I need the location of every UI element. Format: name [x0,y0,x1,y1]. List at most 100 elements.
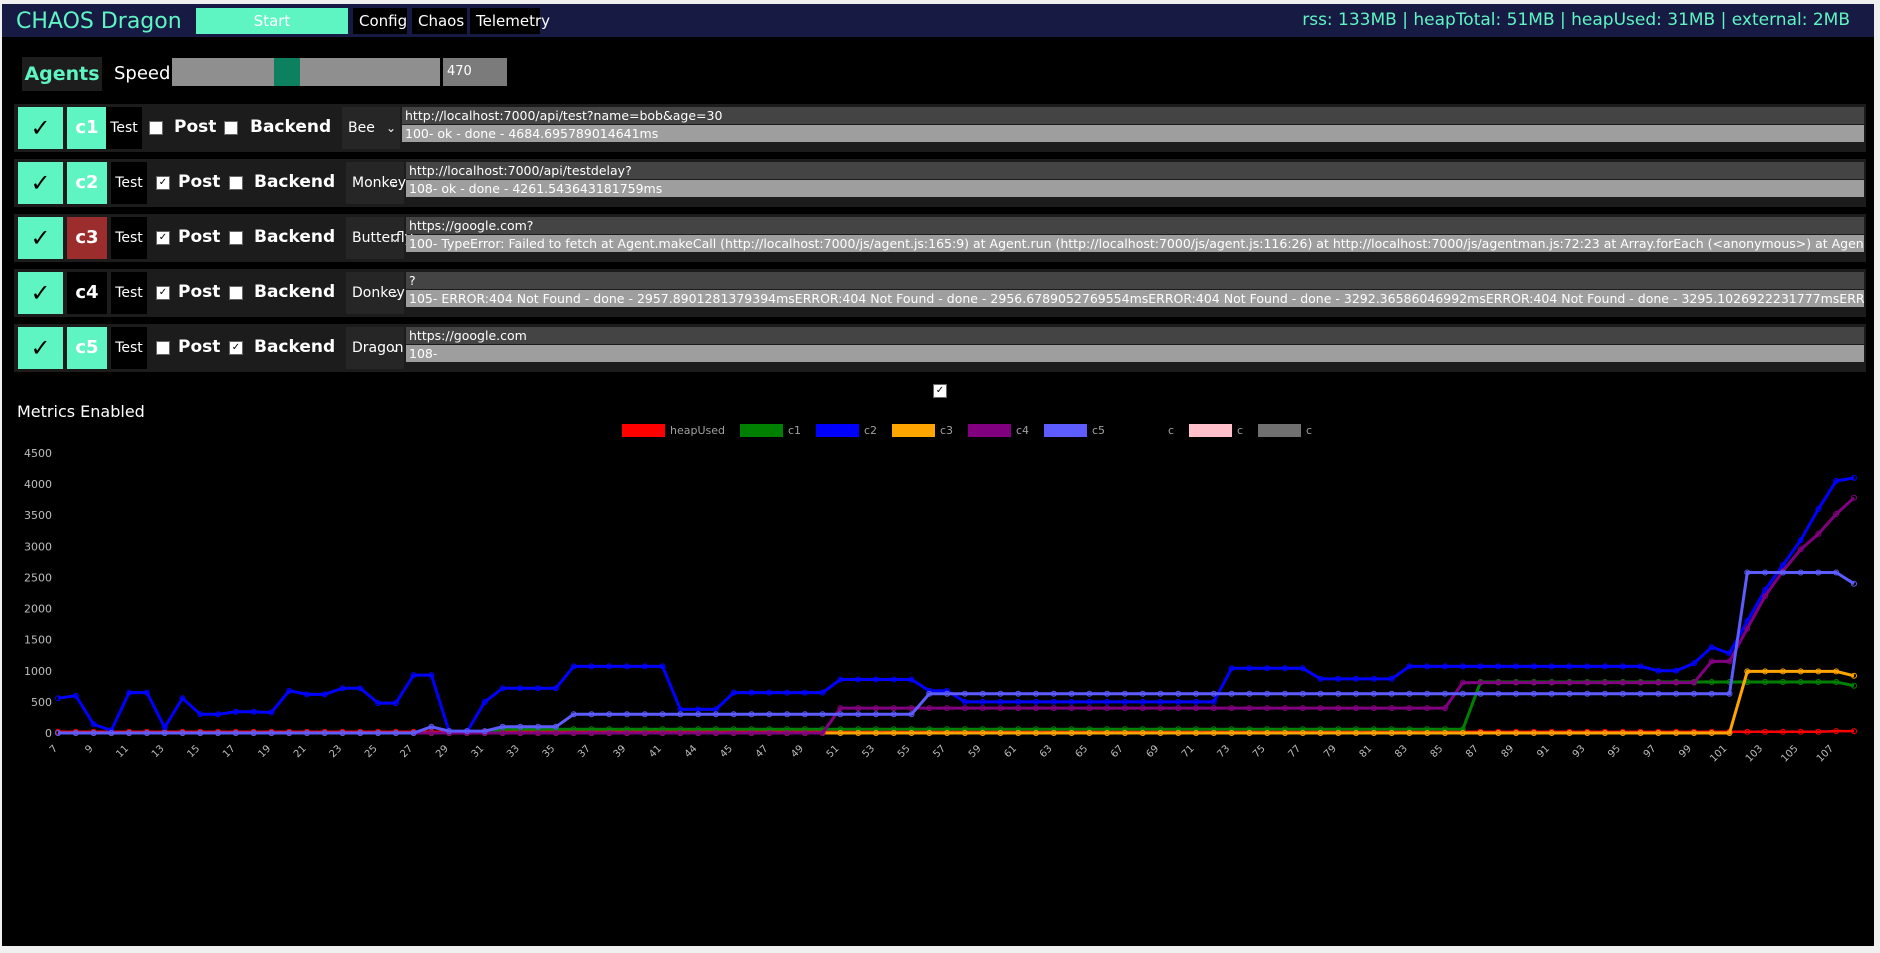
agent-id-badge: c2 [67,162,107,204]
backend-label: Backend [254,337,336,357]
x-tick-label: 97 [1642,743,1659,760]
legend-label: c5 [1092,424,1105,437]
x-tick-label: 59 [967,743,984,760]
x-tick-label: 57 [931,743,948,760]
x-tick-label: 99 [1677,743,1694,760]
x-tick-label: 67 [1109,743,1126,760]
agent-id-badge: c1 [67,107,107,149]
legend-label: c3 [940,424,953,437]
x-tick-label: 25 [363,743,380,760]
agent-enabled-toggle[interactable]: ✓ [18,272,63,314]
speed-value-input[interactable]: 470 [443,58,507,86]
agent-enabled-toggle[interactable]: ✓ [18,327,63,369]
agent-type-select[interactable]: Butterfly ⌄ [346,217,413,259]
x-tick-label: 37 [576,743,593,760]
speed-slider[interactable] [172,58,440,86]
x-tick-label: 27 [399,743,416,760]
x-tick-label: 13 [150,743,167,760]
y-tick-label: 4500 [24,447,52,460]
x-tick-label: 21 [292,743,309,760]
agent-row: ✓ c3 Test ✓ Post Backend Butterfly ⌄ https://goo… [14,214,1866,262]
x-tick-label: 55 [896,743,913,760]
agent-test-button[interactable]: Test [106,107,142,149]
agent-url-input[interactable]: https://google.com? [406,217,1864,234]
agent-id-badge: c5 [67,327,107,369]
post-checkbox[interactable]: ✓ [156,286,170,300]
agent-type-select[interactable]: Monkey ⌄ [346,162,406,204]
agent-url-input[interactable]: http://localhost:7000/api/testdelay? [406,162,1864,179]
backend-checkbox[interactable] [229,231,243,245]
legend-label: c [1168,424,1174,437]
legend-label: c2 [864,424,877,437]
agent-test-button[interactable]: Test [111,272,147,314]
x-tick-label: 101 [1708,743,1729,764]
legend-swatch [1189,424,1232,437]
x-tick-label: 65 [1073,743,1090,760]
post-checkbox[interactable]: ✓ [156,176,170,190]
legend-swatch [1258,424,1301,437]
agents-button[interactable]: Agents [22,57,102,91]
chevron-down-icon: ⌄ [389,341,400,355]
x-tick-label: 85 [1429,743,1446,760]
agent-id-badge: c4 [67,272,107,314]
agent-type-select[interactable]: Donkey ⌄ [346,272,405,314]
agent-id-badge: c3 [67,217,107,259]
y-tick-label: 3500 [24,509,52,522]
speed-slider-thumb[interactable] [274,58,300,86]
x-tick-label: 35 [541,743,558,760]
backend-label: Backend [254,227,336,247]
backend-label: Backend [254,172,336,192]
x-tick-label: 44 [683,743,700,760]
metrics-chart: 0500100015002000250030003500400045007 9 11… [24,424,1857,765]
agent-url-input[interactable]: https://google.com [406,327,1864,344]
x-tick-label: 93 [1571,743,1588,760]
chevron-down-icon: ⌄ [385,121,396,135]
x-tick-label: 75 [1251,743,1268,760]
x-tick-label: 45 [718,743,735,760]
agent-test-button[interactable]: Test [111,217,147,259]
chevron-down-icon: ⌄ [389,231,400,245]
x-tick-label: 81 [1358,743,1375,760]
post-checkbox[interactable]: ✓ [156,231,170,245]
agent-result-output: 108- ok - done - 4261.543643181759ms [406,180,1864,197]
legend-swatch [1044,424,1087,437]
post-label: Post [178,282,221,302]
x-tick-label: 105 [1779,743,1800,764]
legend-swatch [816,424,859,437]
legend-label: heapUsed [670,424,725,437]
post-label: Post [174,117,217,137]
x-tick-label: 79 [1322,743,1339,760]
backend-checkbox[interactable] [224,121,238,135]
backend-checkbox[interactable]: ✓ [229,341,243,355]
post-checkbox[interactable] [149,121,163,135]
agent-type-select[interactable]: Bee ⌄ [342,107,400,149]
x-tick-label: 61 [1002,743,1019,760]
post-label: Post [178,227,221,247]
legend-label: c4 [1016,424,1029,437]
agent-type-select[interactable]: Dragon ⌄ [346,327,404,369]
chaos-button[interactable]: Chaos [412,8,467,34]
agent-url-input[interactable]: http://localhost:7000/api/test?name=bob&… [402,107,1864,124]
metrics-checkbox[interactable]: ✓ [933,384,947,398]
y-tick-label: 2500 [24,571,52,584]
legend-swatch [892,424,935,437]
x-tick-label: 11 [114,743,131,760]
post-label: Post [178,172,221,192]
telemetry-button[interactable]: Telemetry [470,8,550,34]
agent-enabled-toggle[interactable]: ✓ [18,162,63,204]
agent-test-button[interactable]: Test [111,162,147,204]
post-checkbox[interactable] [156,341,170,355]
backend-label: Backend [254,282,336,302]
legend-swatch [968,424,1011,437]
app-title: CHAOS Dragon [16,9,182,34]
agent-enabled-toggle[interactable]: ✓ [18,217,63,259]
agent-enabled-toggle[interactable]: ✓ [18,107,63,149]
config-button[interactable]: Config [353,8,407,34]
start-button[interactable]: Start [196,8,348,34]
backend-checkbox[interactable] [229,176,243,190]
x-tick-label: 69 [1144,743,1161,760]
agent-test-button[interactable]: Test [111,327,147,369]
agent-url-input[interactable]: ? [406,272,1864,289]
metrics-label: Metrics Enabled [17,402,145,421]
backend-checkbox[interactable] [229,286,243,300]
